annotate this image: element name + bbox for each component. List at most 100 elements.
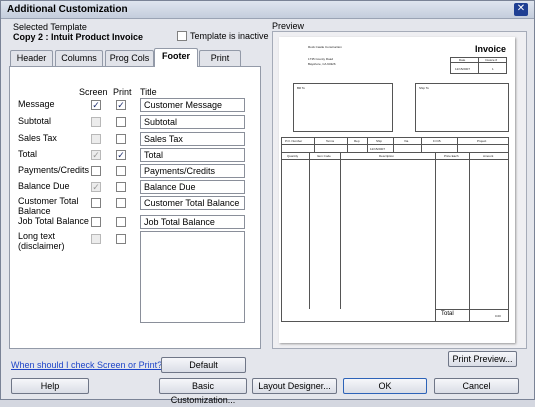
message-title-field[interactable]: Customer Message: [140, 98, 245, 112]
job-total-balance-title-field[interactable]: Job Total Balance: [140, 215, 245, 229]
close-button[interactable]: ✕: [514, 3, 528, 16]
preview-header-col: F.O.B.: [433, 139, 442, 143]
tab-footer-label: Footer: [162, 51, 190, 61]
job-total-balance-print-checkbox[interactable]: [116, 217, 126, 227]
tab-header-label: Header: [16, 53, 47, 63]
ok-button[interactable]: OK: [343, 378, 427, 394]
tab-columns[interactable]: Columns: [55, 50, 103, 66]
preview-col-divider: [314, 137, 315, 152]
cancel-button[interactable]: Cancel: [434, 378, 519, 394]
preview-item-col: Quantity: [287, 154, 299, 158]
preview-ship-date: 12/15/2007: [370, 147, 386, 151]
message-print-checkbox[interactable]: ✓: [116, 100, 126, 110]
preview-item-col: Item Code: [317, 154, 331, 158]
row-label-job-total-balance: Job Total Balance: [18, 216, 89, 226]
additional-customization-dialog: Additional Customization ✕ Selected Temp…: [0, 0, 535, 405]
row-label-balance-due: Balance Due: [18, 181, 70, 191]
preview-total-label: Total: [441, 311, 454, 317]
tab-prog-cols-label: Prog Cols: [109, 53, 150, 63]
title-bar: Additional Customization ✕: [1, 1, 534, 19]
preview-col-divider: [393, 137, 394, 152]
customer-total-balance-print-checkbox[interactable]: [116, 198, 126, 208]
preview-item-col: Amount: [483, 154, 494, 158]
preview-ship-to-box: [415, 83, 509, 132]
preview-header-row-line-1: [281, 144, 509, 145]
long-text-print-checkbox[interactable]: [116, 234, 126, 244]
default-button-label: Default: [189, 360, 218, 370]
basic-customization-button-label: Basic Customization...: [170, 381, 236, 405]
screen-or-print-help-link[interactable]: When should I check Screen or Print?: [11, 360, 162, 370]
print-preview-button[interactable]: Print Preview...: [448, 351, 517, 367]
tab-header[interactable]: Header: [10, 50, 53, 66]
payments-credits-print-checkbox[interactable]: [116, 166, 126, 176]
total-title-field[interactable]: Total: [140, 148, 245, 162]
subtotal-print-checkbox[interactable]: [116, 117, 126, 127]
preview-invoice-no-header: Invoice #: [485, 58, 498, 62]
preview-col-divider: [367, 137, 368, 152]
row-label-sales-tax: Sales Tax: [18, 133, 57, 143]
basic-customization-button[interactable]: Basic Customization...: [159, 378, 247, 405]
window-title: Additional Customization: [7, 4, 128, 15]
column-header-print: Print: [113, 87, 132, 97]
layout-designer-button[interactable]: Layout Designer...: [252, 378, 337, 394]
tab-prog-cols[interactable]: Prog Cols: [105, 50, 154, 66]
balance-due-screen-checkbox: ✓: [91, 182, 101, 192]
subtotal-title-field[interactable]: Subtotal: [140, 115, 245, 129]
preview-header-col: Rep: [354, 139, 360, 143]
customer-total-balance-title-field[interactable]: Customer Total Balance: [140, 196, 245, 210]
row-label-long-text: Long text (disclaimer): [18, 231, 65, 251]
preview-invoice-no-value: 1: [492, 67, 494, 71]
preview-col-divider: [457, 137, 458, 152]
preview-header-row-line-2: [281, 152, 509, 153]
balance-due-print-checkbox[interactable]: [116, 182, 126, 192]
message-screen-checkbox[interactable]: ✓: [91, 100, 101, 110]
template-name: Copy 2 : Intuit Product Invoice: [13, 32, 144, 42]
balance-due-title-field[interactable]: Balance Due: [140, 180, 245, 194]
help-button-label: Help: [40, 381, 60, 391]
ok-button-label: OK: [378, 381, 392, 391]
payments-credits-title-field[interactable]: Payments/Credits: [140, 164, 245, 178]
tab-print-label: Print: [210, 53, 230, 63]
customer-total-balance-screen-checkbox[interactable]: [91, 198, 101, 208]
tab-print[interactable]: Print: [199, 50, 241, 66]
preview-item-col: Description: [379, 154, 395, 158]
preview-col-divider: [347, 137, 348, 152]
default-button[interactable]: Default: [161, 357, 246, 373]
row-label-total: Total: [18, 149, 38, 159]
template-inactive-checkbox[interactable]: [177, 31, 187, 41]
long-text-title-area[interactable]: [140, 231, 245, 323]
help-button[interactable]: Help: [11, 378, 89, 394]
preview-date-header: Date: [459, 58, 466, 62]
preview-header-col: Ship: [376, 139, 383, 143]
preview-total-value: 0.00: [495, 314, 501, 318]
print-preview-button-label: Print Preview...: [452, 354, 513, 364]
total-screen-checkbox: ✓: [91, 150, 101, 160]
long-text-screen-checkbox: [91, 234, 101, 244]
preview-company-address2: Bayshore, CA 94326: [308, 62, 336, 66]
preview-item-header-line: [281, 159, 509, 160]
layout-designer-button-label: Layout Designer...: [258, 381, 331, 391]
preview-company-address1: 1735 County Road: [308, 57, 334, 61]
preview-label: Preview: [272, 21, 305, 31]
preview-header-col: Via: [404, 139, 409, 143]
preview-item-col-divider: [309, 152, 310, 309]
preview-header-col: P.O. Number: [285, 139, 303, 143]
preview-items-table: [281, 137, 509, 322]
preview-item-col-divider: [340, 152, 341, 309]
preview-item-col-divider: [435, 152, 436, 309]
preview-header-col: Terms: [326, 139, 335, 143]
preview-date-value: 12/15/2007: [455, 67, 471, 71]
preview-date-box-split: [478, 57, 479, 74]
preview-col-divider: [421, 137, 422, 152]
total-print-checkbox[interactable]: ✓: [116, 150, 126, 160]
sales-tax-title-field[interactable]: Sales Tax: [140, 132, 245, 146]
preview-company-name: Rock Castle Construction: [308, 45, 342, 49]
preview-item-col-divider: [469, 152, 470, 322]
preview-ship-to-label: Ship To: [419, 86, 429, 90]
preview-header-col: Project: [477, 139, 487, 143]
payments-credits-screen-checkbox[interactable]: [91, 166, 101, 176]
job-total-balance-screen-checkbox[interactable]: [91, 217, 101, 227]
tab-footer[interactable]: Footer: [154, 48, 198, 67]
subtotal-screen-checkbox: [91, 117, 101, 127]
sales-tax-print-checkbox[interactable]: [116, 134, 126, 144]
